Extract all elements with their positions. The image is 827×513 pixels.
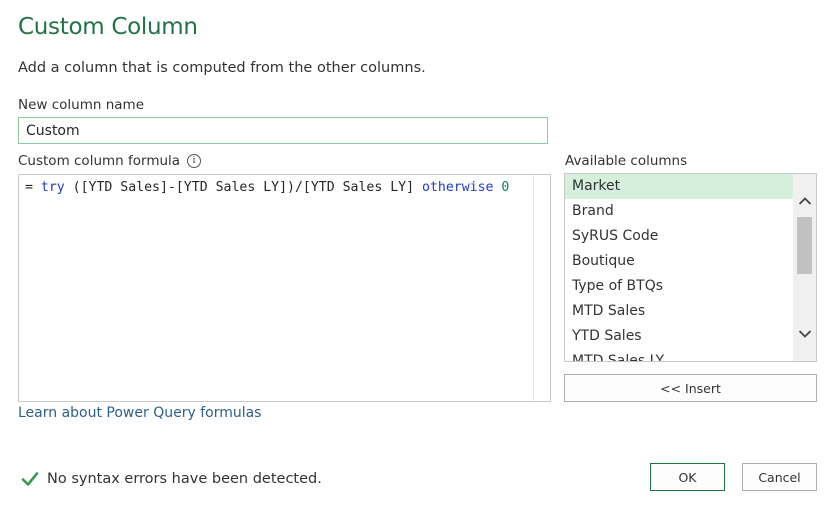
dialog-subtitle: Add a column that is computed from the o…: [18, 60, 426, 76]
dialog-title: Custom Column: [18, 14, 198, 40]
available-column-item[interactable]: Brand: [565, 199, 794, 224]
available-column-item[interactable]: Market: [565, 174, 794, 199]
available-column-item[interactable]: SyRUS Code: [565, 224, 794, 249]
syntax-status: No syntax errors have been detected.: [47, 471, 322, 487]
checkmark-icon: [21, 472, 39, 486]
custom-column-formula-label: Custom column formula: [18, 153, 181, 169]
available-columns-list[interactable]: Market Brand SyRUS Code Boutique Type of BTQ…: [564, 173, 817, 362]
chevron-down-icon: [798, 330, 811, 338]
available-column-item[interactable]: MTD Sales: [565, 299, 794, 324]
info-icon[interactable]: i: [187, 154, 202, 168]
chevron-up-icon: [798, 197, 811, 205]
formula-expression: ([YTD Sales]-[YTD Sales LY])/[YTD Sales …: [64, 180, 422, 195]
scroll-thumb[interactable]: [797, 217, 812, 274]
formula-prefix: =: [25, 180, 41, 195]
scroll-up-button[interactable]: [793, 190, 816, 212]
formula-number: 0: [501, 180, 510, 195]
available-column-item[interactable]: MTD Sales LY: [565, 349, 794, 361]
available-columns-items: Market Brand SyRUS Code Boutique Type of BTQ…: [565, 174, 794, 361]
available-columns-label: Available columns: [565, 153, 688, 169]
new-column-name-label: New column name: [18, 97, 145, 113]
learn-power-query-link[interactable]: Learn about Power Query formulas: [18, 405, 261, 421]
available-column-item[interactable]: YTD Sales: [565, 324, 794, 349]
formula-gutter: [533, 175, 534, 401]
formula-keyword-otherwise: otherwise: [422, 180, 494, 195]
formula-editor[interactable]: = try ([YTD Sales]-[YTD Sales LY])/[YTD …: [18, 174, 551, 402]
formula-label-row: Custom column formula i: [18, 153, 202, 169]
new-column-name-input[interactable]: [18, 117, 548, 144]
insert-button[interactable]: << Insert: [564, 374, 817, 402]
list-scrollbar[interactable]: [793, 174, 816, 361]
available-column-item[interactable]: Boutique: [565, 249, 794, 274]
cancel-button[interactable]: Cancel: [742, 463, 817, 491]
formula-text: = try ([YTD Sales]-[YTD Sales LY])/[YTD …: [25, 180, 509, 195]
formula-keyword-try: try: [40, 180, 65, 195]
scroll-down-button[interactable]: [793, 323, 816, 345]
available-column-item[interactable]: Type of BTQs: [565, 274, 794, 299]
ok-button[interactable]: OK: [650, 463, 725, 491]
